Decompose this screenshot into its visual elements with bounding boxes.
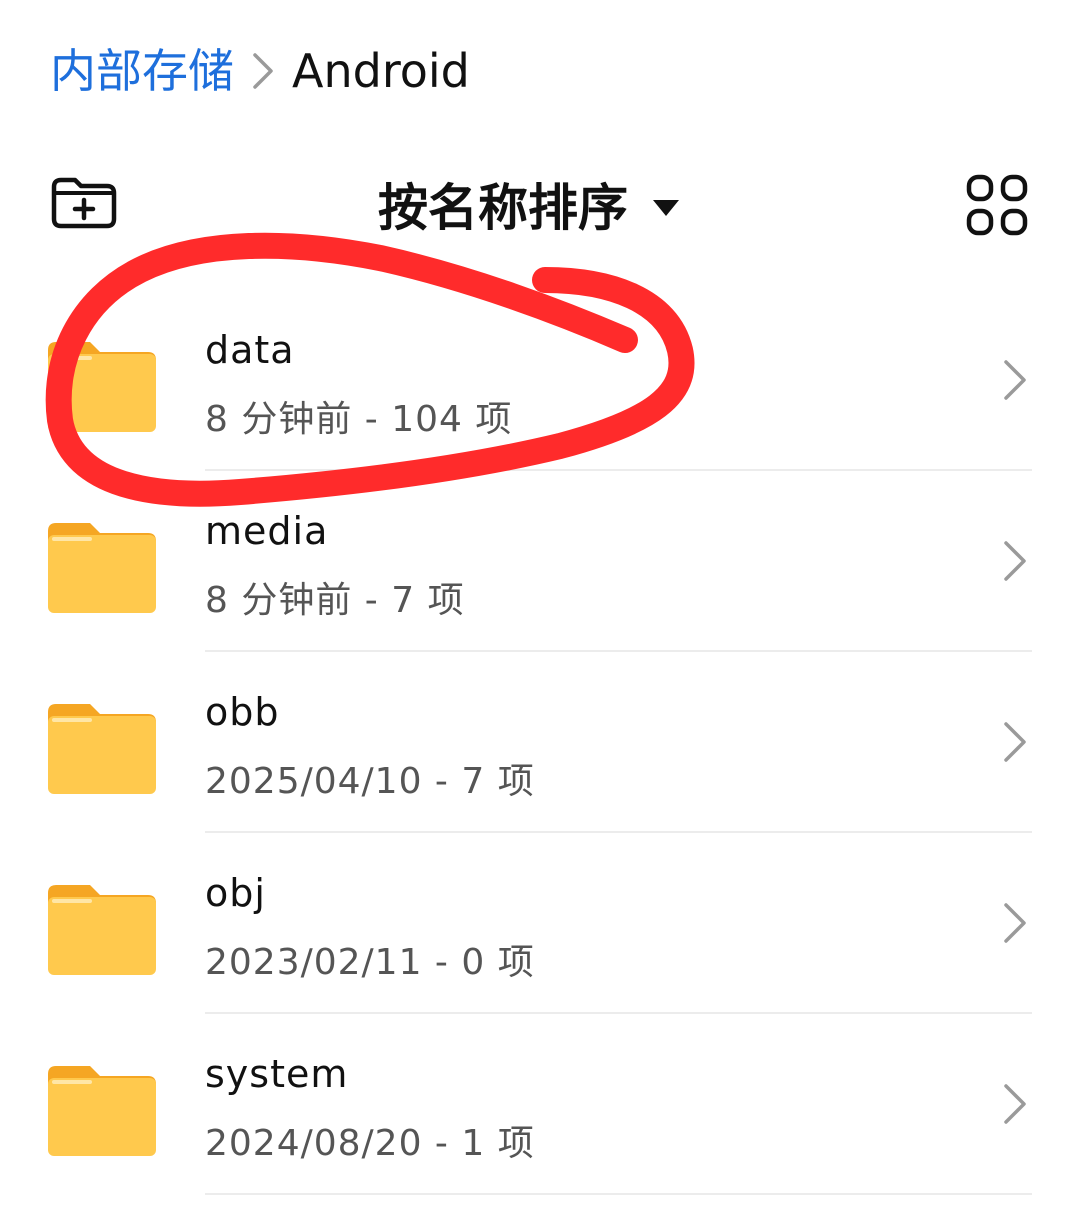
folder-row-data[interactable]: data 8 分钟前 - 104 项: [0, 290, 1080, 471]
folder-icon: [48, 1066, 156, 1156]
folder-icon: [48, 342, 156, 432]
grid-view-icon: [966, 174, 1028, 240]
chevron-right-icon: [1000, 1082, 1030, 1126]
folder-row-media[interactable]: media 8 分钟前 - 7 项: [0, 471, 1080, 652]
folder-row-obb[interactable]: obb 2025/04/10 - 7 项: [0, 652, 1080, 833]
folder-icon: [48, 885, 156, 975]
chevron-right-icon: [1000, 901, 1030, 945]
folder-name: obb: [205, 690, 280, 734]
folder-row-system[interactable]: system 2024/08/20 - 1 项: [0, 1014, 1080, 1195]
folder-icon: [48, 704, 156, 794]
folder-meta: 8 分钟前 - 7 项: [205, 580, 465, 621]
chevron-right-icon: [234, 36, 292, 106]
new-folder-button[interactable]: [46, 172, 122, 238]
folder-row-obj[interactable]: obj 2023/02/11 - 0 项: [0, 833, 1080, 1014]
file-list: data 8 分钟前 - 104 项 media 8 分钟前 - 7 项 obb…: [0, 290, 1080, 1195]
folder-meta: 8 分钟前 - 104 项: [205, 399, 513, 440]
folder-name: media: [205, 509, 329, 553]
toolbar: 按名称排序: [0, 168, 1080, 248]
file-manager-screen: 内部存储 Android 按名称排序 data 8 分钟前 - 104 项 me…: [0, 0, 1080, 1224]
chevron-right-icon: [1000, 358, 1030, 402]
chevron-right-icon: [1000, 720, 1030, 764]
folder-meta: 2023/02/11 - 0 项: [205, 942, 535, 983]
chevron-right-icon: [1000, 539, 1030, 583]
sort-label: 按名称排序: [378, 179, 628, 237]
folder-meta: 2024/08/20 - 1 项: [205, 1123, 535, 1164]
sort-dropdown[interactable]: 按名称排序: [378, 168, 680, 248]
folder-icon: [48, 523, 156, 613]
grid-view-button[interactable]: [962, 172, 1032, 242]
breadcrumb-root-link[interactable]: 内部存储: [50, 36, 234, 106]
folder-name: system: [205, 1052, 349, 1096]
row-divider: [205, 1193, 1032, 1195]
folder-name: data: [205, 328, 295, 372]
new-folder-icon: [49, 175, 119, 235]
breadcrumb: 内部存储 Android: [50, 36, 470, 106]
breadcrumb-current: Android: [292, 44, 470, 98]
folder-meta: 2025/04/10 - 7 项: [205, 761, 535, 802]
folder-name: obj: [205, 871, 266, 915]
caret-down-icon: [652, 198, 680, 218]
